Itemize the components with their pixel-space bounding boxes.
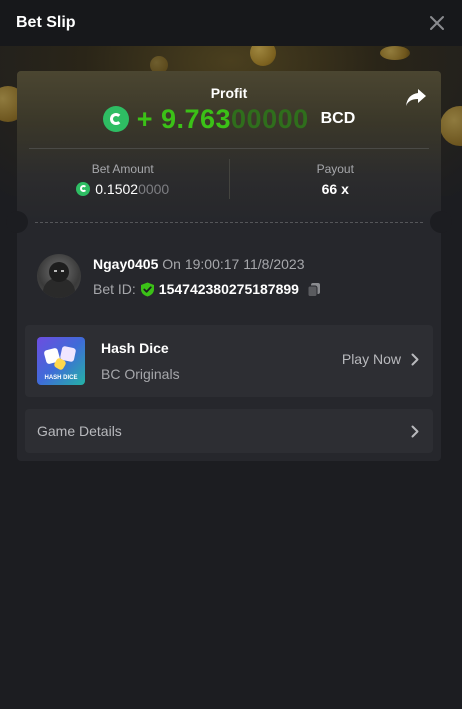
- game-thumbnail[interactable]: HASH DICE: [37, 337, 85, 385]
- game-name: Hash Dice: [101, 340, 169, 356]
- payout-stat: Payout 66 x: [230, 157, 442, 201]
- play-now-button[interactable]: Play Now: [342, 351, 419, 367]
- user-info: Ngay0405 On 19:00:17 11/8/2023 Bet ID: 1…: [37, 254, 427, 300]
- close-button[interactable]: [428, 14, 446, 32]
- divider: [29, 148, 429, 149]
- profit-amount-trailing: 00000: [231, 103, 309, 134]
- game-details-label: Game Details: [37, 423, 122, 439]
- profit-currency: BCD: [320, 110, 356, 127]
- game-link-row[interactable]: HASH DICE Hash Dice BC Originals Play No…: [25, 325, 433, 397]
- bet-card: Profit + 9.76300000 BCD Bet Amount 0.150…: [6, 71, 452, 461]
- game-thumbnail-text: HASH DICE: [44, 375, 78, 381]
- bcd-coin-icon: [102, 106, 129, 132]
- game-details-row[interactable]: Game Details: [25, 409, 433, 453]
- bet-amount-label: Bet Amount: [91, 161, 154, 176]
- bet-amount-main: 0.1502: [95, 180, 139, 197]
- bet-id-value: 154742380275187899: [158, 281, 299, 297]
- chevron-right-icon: [411, 425, 419, 437]
- bet-timestamp: On 19:00:17 11/8/2023: [162, 256, 305, 272]
- bcd-coin-icon: [76, 181, 91, 196]
- header-title: Bet Slip: [16, 14, 76, 31]
- verified-shield-icon: [140, 282, 154, 296]
- game-provider: BC Originals: [101, 366, 180, 382]
- close-icon[interactable]: [428, 14, 446, 32]
- chevron-right-icon: [411, 353, 419, 365]
- bet-stats: Bet Amount 0.15020000 Payout 66 x: [17, 157, 441, 201]
- username[interactable]: Ngay0405: [93, 256, 158, 272]
- bet-id-label: Bet ID:: [93, 281, 136, 297]
- bet-slip-header: Bet Slip: [0, 0, 462, 46]
- profit-amount-main: + 9.763: [136, 103, 232, 134]
- dashed-divider: [35, 222, 423, 223]
- bet-amount-trailing: 0000: [138, 180, 170, 197]
- ticket-notch-left: [6, 211, 28, 233]
- bet-amount-stat: Bet Amount 0.15020000: [17, 157, 229, 201]
- profit-label: Profit: [210, 85, 248, 101]
- profit-amount: + 9.76300000: [137, 104, 309, 135]
- profit-amount-row: + 9.76300000 BCD: [17, 103, 441, 135]
- payout-label: Payout: [316, 161, 354, 176]
- bet-amount-value: 0.15020000: [76, 181, 169, 197]
- copy-icon[interactable]: [307, 282, 321, 297]
- avatar[interactable]: [37, 254, 81, 298]
- user-line: Ngay0405 On 19:00:17 11/8/2023: [93, 256, 304, 272]
- ticket-notch-right: [430, 211, 452, 233]
- play-now-label: Play Now: [341, 351, 401, 367]
- bet-id-line: Bet ID: 154742380275187899: [93, 281, 321, 297]
- payout-value: 66 x: [321, 180, 349, 197]
